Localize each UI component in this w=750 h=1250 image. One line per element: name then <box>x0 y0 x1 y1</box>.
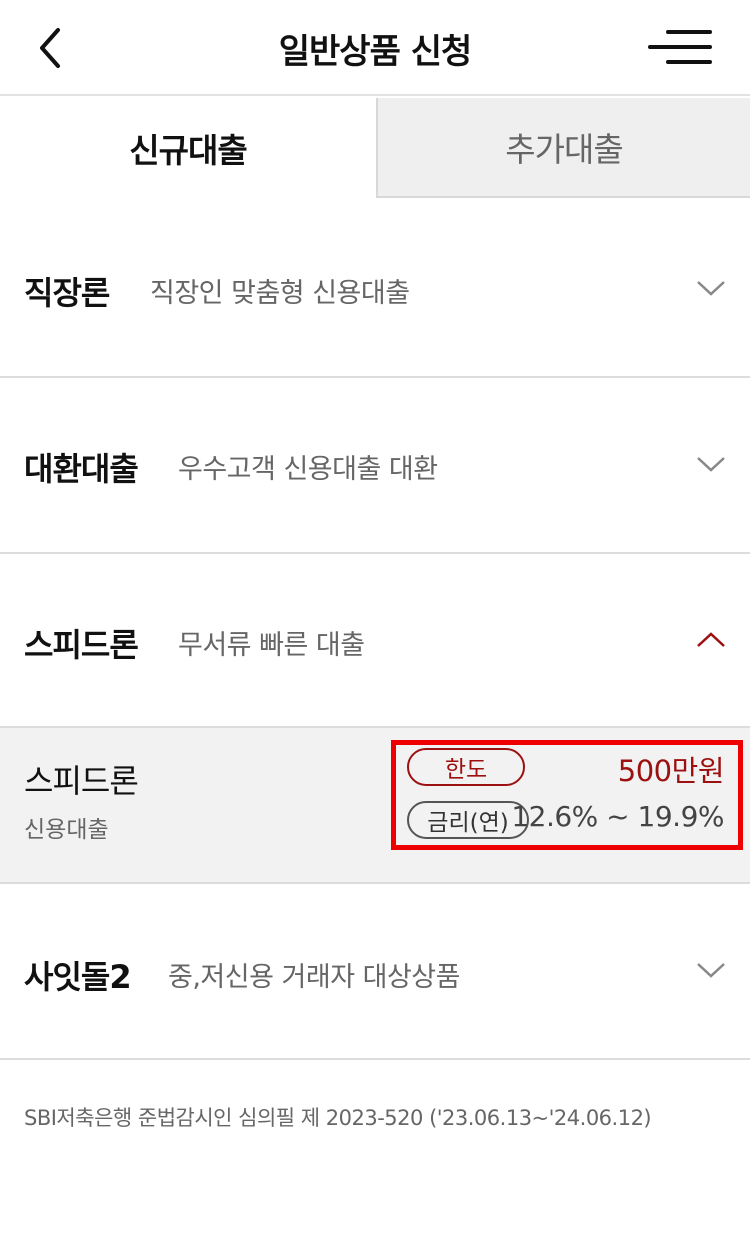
chevron-up-icon <box>697 632 725 647</box>
chevron-down-icon <box>697 963 725 978</box>
app-header: 일반상품 신청 <box>0 0 750 96</box>
product-item-workplace-loan[interactable]: 직장론 직장인 맞춤형 신용대출 <box>0 198 750 378</box>
product-description: 우수고객 신용대출 대환 <box>178 454 438 485</box>
compliance-note: SBI저축은행 준법감시인 심의필 제 2023-520 ('23.06.13~… <box>24 1106 652 1130</box>
product-description: 무서류 빠른 대출 <box>178 630 365 661</box>
product-item-saitdol2[interactable]: 사잇돌2 중,저신용 거래자 대상상품 <box>0 884 750 1060</box>
tab-additional-loan[interactable]: 추가대출 <box>376 98 750 198</box>
detail-product-type: 신용대출 <box>24 817 109 843</box>
hamburger-menu-icon <box>648 30 712 64</box>
product-name: 직장론 <box>24 274 110 312</box>
chevron-down-icon <box>697 457 725 472</box>
speed-loan-detail-panel: 스피드론 신용대출 한도 500만원 금리(연) 12.6% ~ 19.9% <box>0 726 750 884</box>
limit-value: 500만원 <box>617 754 725 788</box>
menu-button[interactable] <box>646 26 714 68</box>
tab-new-loan[interactable]: 신규대출 <box>0 98 376 198</box>
product-description: 중,저신용 거래자 대상상품 <box>168 962 461 993</box>
product-name: 대환대출 <box>24 450 139 488</box>
chevron-down-icon <box>697 281 725 296</box>
detail-product-name: 스피드론 <box>24 762 139 800</box>
loan-type-tabs: 신규대출 추가대출 <box>0 98 750 198</box>
page-title: 일반상품 신청 <box>278 32 473 72</box>
product-item-refinance-loan[interactable]: 대환대출 우수고객 신용대출 대환 <box>0 378 750 554</box>
product-item-speed-loan[interactable]: 스피드론 무서류 빠른 대출 <box>0 554 750 728</box>
limit-badge: 한도 <box>407 748 525 786</box>
divider <box>0 726 750 728</box>
rate-value: 12.6% ~ 19.9% <box>511 800 724 833</box>
product-description: 직장인 맞춤형 신용대출 <box>150 278 410 309</box>
product-name: 사잇돌2 <box>24 958 132 996</box>
product-name: 스피드론 <box>24 626 139 664</box>
